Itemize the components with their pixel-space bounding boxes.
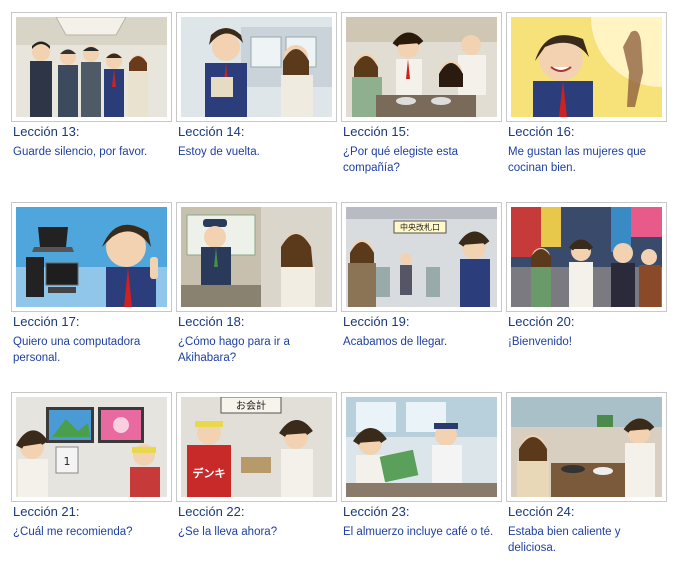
lunch-menu-illustration xyxy=(346,397,497,497)
checkout-counter-illustration: お会計 デンキ xyxy=(181,397,332,497)
computer-shopping-illustration xyxy=(16,207,167,307)
lesson-description[interactable]: Me gustan las mujeres que cocinan bien. xyxy=(508,144,664,176)
lesson-title[interactable]: Lección 19: xyxy=(343,314,410,329)
checkout-sign-label: お会計 xyxy=(236,399,266,412)
lesson-title[interactable]: Lección 23: xyxy=(343,504,410,519)
station-sign-label: 中央改札口 xyxy=(400,222,440,232)
lesson-description[interactable]: Estoy de vuelta. xyxy=(178,144,334,160)
lesson-thumbnail-17[interactable] xyxy=(11,202,172,312)
lesson-description[interactable]: ¡Bienvenido! xyxy=(508,334,664,350)
station-gate-illustration: 中央改札口 xyxy=(346,207,497,307)
lesson-description[interactable]: Quiero una computadora personal. xyxy=(13,334,169,366)
lesson-grid: Lección 13: Guarde silencio, por favor. … xyxy=(0,0,675,564)
office-staff-illustration xyxy=(16,17,167,117)
lesson-thumbnail-24[interactable] xyxy=(506,392,667,502)
lesson-thumbnail-20[interactable] xyxy=(506,202,667,312)
return-to-office-illustration xyxy=(181,17,332,117)
lesson-title[interactable]: Lección 22: xyxy=(178,504,245,519)
lesson-thumbnail-21[interactable]: 1 xyxy=(11,392,172,502)
lesson-thumbnail-18[interactable] xyxy=(176,202,337,312)
lesson-description[interactable]: ¿Cómo hago para ir a Akihabara? xyxy=(178,334,334,366)
apron-label: デンキ xyxy=(193,466,226,480)
restaurant-meal-illustration xyxy=(511,397,662,497)
lesson-title[interactable]: Lección 17: xyxy=(13,314,80,329)
lesson-title[interactable]: Lección 13: xyxy=(13,124,80,139)
lesson-title[interactable]: Lección 21: xyxy=(13,504,80,519)
station-attendant-illustration xyxy=(181,207,332,307)
price-tag-label: 1 xyxy=(64,455,71,468)
lesson-description[interactable]: ¿Se la lleva ahora? xyxy=(178,524,334,540)
lesson-description[interactable]: ¿Por qué elegiste esta compañía? xyxy=(343,144,499,176)
lesson-title[interactable]: Lección 14: xyxy=(178,124,245,139)
lesson-title[interactable]: Lección 16: xyxy=(508,124,575,139)
lesson-description[interactable]: Guarde silencio, por favor. xyxy=(13,144,169,160)
lesson-thumbnail-14[interactable] xyxy=(176,12,337,122)
lesson-thumbnail-23[interactable] xyxy=(341,392,502,502)
akihabara-street-illustration xyxy=(511,207,662,307)
lesson-thumbnail-16[interactable] xyxy=(506,12,667,122)
lesson-thumbnail-19[interactable]: 中央改札口 xyxy=(341,202,502,312)
electronics-store-illustration: 1 xyxy=(16,397,167,497)
lesson-thumbnail-13[interactable] xyxy=(11,12,172,122)
daydream-illustration xyxy=(511,17,662,117)
lesson-description[interactable]: ¿Cuál me recomienda? xyxy=(13,524,169,540)
lesson-thumbnail-15[interactable] xyxy=(341,12,502,122)
lesson-title[interactable]: Lección 18: xyxy=(178,314,245,329)
lesson-title[interactable]: Lección 15: xyxy=(343,124,410,139)
lesson-description[interactable]: Acabamos de llegar. xyxy=(343,334,499,350)
lesson-thumbnail-22[interactable]: お会計 デンキ xyxy=(176,392,337,502)
lesson-title[interactable]: Lección 24: xyxy=(508,504,575,519)
lesson-title[interactable]: Lección 20: xyxy=(508,314,575,329)
lesson-description[interactable]: Estaba bien caliente y deliciosa. xyxy=(508,524,664,556)
lesson-description[interactable]: El almuerzo incluye café o té. xyxy=(343,524,499,540)
restaurant-conversation-illustration xyxy=(346,17,497,117)
